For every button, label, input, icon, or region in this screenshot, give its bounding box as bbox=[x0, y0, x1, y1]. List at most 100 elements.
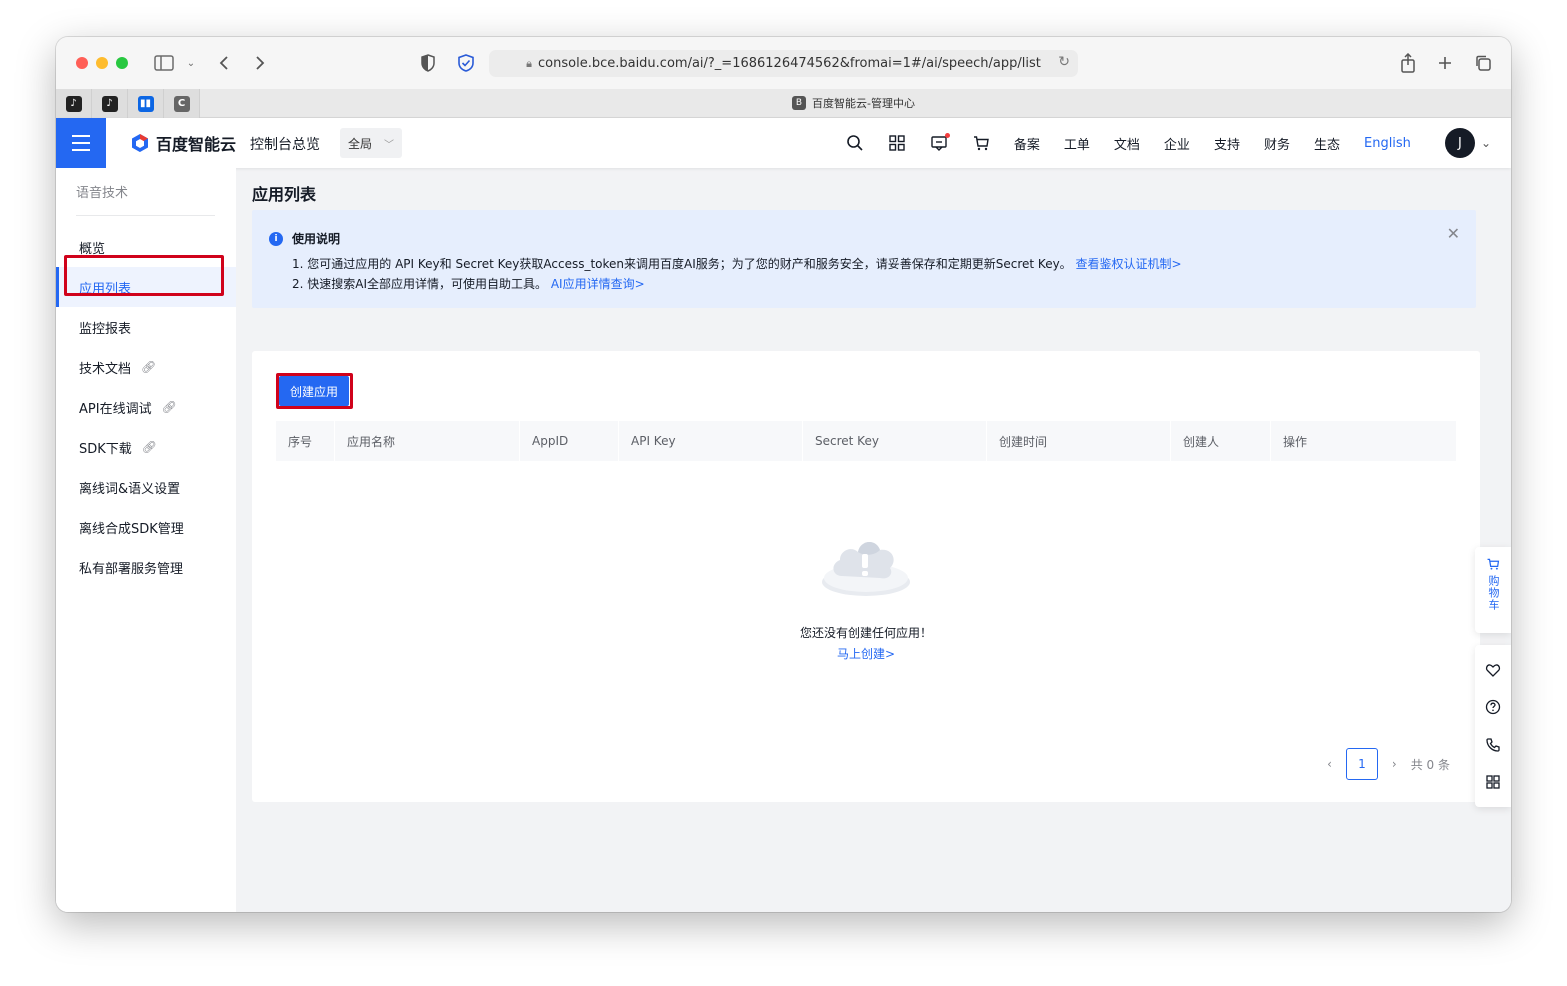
sidebar-item-label: 离线合成SDK管理 bbox=[79, 521, 184, 537]
notice-line-2: 2. 快速搜索AI全部应用详情，可使用自助工具。 AI应用详情查询> bbox=[292, 275, 645, 292]
notice-line-1: 1. 您可通过应用的 API Key和 Secret Key获取Access_t… bbox=[292, 255, 1182, 272]
zoom-window-button[interactable] bbox=[116, 57, 128, 69]
column-header: 创建时间 bbox=[987, 421, 1171, 461]
chevron-down-icon[interactable]: ⌄ bbox=[1481, 136, 1491, 150]
app-detail-query-link[interactable]: AI应用详情查询> bbox=[551, 277, 645, 291]
pinned-tab[interactable]: C bbox=[164, 89, 200, 118]
pinned-tab[interactable]: ♪ bbox=[92, 89, 128, 118]
region-value: 全局 bbox=[348, 136, 373, 151]
baidu-cloud-logo[interactable]: 百度智能云 bbox=[130, 131, 236, 155]
pinned-tab-c-icon: C bbox=[173, 95, 190, 112]
sidebar-item-label: 离线词&语义设置 bbox=[79, 481, 181, 497]
search-icon[interactable] bbox=[846, 134, 864, 152]
empty-state: 您还没有创建任何应用！ 马上创建> bbox=[252, 526, 1480, 662]
tab-title: 百度智能云-管理中心 bbox=[812, 97, 915, 110]
usage-notice: i 使用说明 1. 您可通过应用的 API Key和 Secret Key获取A… bbox=[252, 210, 1476, 308]
privacy-shield-icon[interactable] bbox=[418, 51, 438, 75]
nav-link-ticket[interactable]: 工单 bbox=[1064, 134, 1090, 153]
region-select[interactable]: 全局 ﹀ bbox=[340, 128, 402, 158]
sidebar-toggle-icon[interactable] bbox=[152, 51, 176, 75]
column-header: 应用名称 bbox=[335, 421, 520, 461]
active-tab[interactable]: B 百度智能云-管理中心 bbox=[792, 95, 915, 111]
nav-link-finance[interactable]: 财务 bbox=[1264, 134, 1290, 153]
sidebar-item-private-deploy[interactable]: 私有部署服务管理 bbox=[56, 547, 236, 587]
sidebar-item-sdk-download[interactable]: SDK下载 🔗︎ bbox=[56, 427, 236, 467]
notice-line-2-text: 2. 快速搜索AI全部应用详情，可使用自助工具。 bbox=[292, 277, 548, 291]
sidebar-section-title: 语音技术 bbox=[76, 186, 129, 201]
sidebar-item-api-debug[interactable]: API在线调试 🔗︎ bbox=[56, 387, 236, 427]
cart-label: 购物车 bbox=[1487, 575, 1500, 611]
nav-link-ecosystem[interactable]: 生态 bbox=[1314, 134, 1340, 153]
pinned-tab-icon: ♪ bbox=[101, 95, 118, 112]
sidebar-item-label: 应用列表 bbox=[79, 281, 132, 297]
address-bar[interactable]: 🔒︎ console.bce.baidu.com/ai/?_=168612647… bbox=[489, 50, 1078, 77]
external-link-icon: 🔗︎ bbox=[141, 440, 158, 454]
minimize-window-button[interactable] bbox=[96, 57, 108, 69]
create-now-link[interactable]: 马上创建> bbox=[252, 645, 1480, 662]
back-icon[interactable] bbox=[214, 51, 234, 75]
logo-mark-icon bbox=[132, 134, 148, 152]
table-header: 序号 应用名称 AppID API Key Secret Key 创建时间 创建… bbox=[276, 421, 1456, 461]
tab-bar: ♪ ♪ ▮▮ C B 百度智能云-管理中心 bbox=[56, 89, 1511, 118]
sidebar-item-tech-docs[interactable]: 技术文档 🔗︎ bbox=[56, 347, 236, 387]
sidebar-item-monitor[interactable]: 监控报表 bbox=[56, 307, 236, 347]
message-icon[interactable] bbox=[930, 133, 950, 152]
help-icon[interactable] bbox=[1485, 699, 1501, 715]
create-app-button[interactable]: 创建应用 bbox=[279, 376, 349, 406]
product-grid-icon[interactable] bbox=[888, 134, 906, 152]
logo-text: 百度智能云 bbox=[156, 135, 237, 154]
tab-favicon: B bbox=[792, 96, 806, 110]
sidebar-item-overview[interactable]: 概览 bbox=[56, 227, 236, 267]
column-header: 序号 bbox=[276, 421, 335, 461]
app-list-card: 创建应用 序号 应用名称 AppID API Key Secret Key 创建… bbox=[252, 351, 1480, 802]
forward-icon[interactable] bbox=[250, 51, 270, 75]
sidebar-item-app-list[interactable]: 应用列表 bbox=[56, 267, 236, 307]
sidebar-item-label: 监控报表 bbox=[79, 321, 132, 337]
cart-icon[interactable] bbox=[972, 134, 990, 152]
sidebar-item-label: 概览 bbox=[79, 241, 106, 257]
language-switch[interactable]: English bbox=[1364, 136, 1411, 151]
browser-toolbar: ⌄ 🔒︎ console.bce.baidu.com/ai/?_=1686126… bbox=[56, 37, 1511, 89]
column-header: AppID bbox=[520, 421, 619, 461]
auth-mechanism-link[interactable]: 查看鉴权认证机制> bbox=[1076, 257, 1182, 271]
reload-icon[interactable]: ↻ bbox=[1058, 54, 1070, 70]
page-number[interactable]: 1 bbox=[1345, 748, 1378, 780]
cart-icon bbox=[1487, 558, 1500, 570]
pinned-tab[interactable]: ♪ bbox=[56, 89, 92, 118]
page-title: 应用列表 bbox=[252, 185, 317, 204]
external-link-icon: 🔗︎ bbox=[161, 400, 177, 414]
favorite-icon[interactable] bbox=[1485, 662, 1501, 678]
pinned-tab[interactable]: ▮▮ bbox=[128, 89, 164, 118]
floating-cart[interactable]: 购物车 bbox=[1475, 547, 1511, 633]
extension-shield-icon[interactable] bbox=[456, 51, 476, 75]
total-count: 共 0 条 bbox=[1410, 757, 1450, 772]
nav-link-docs[interactable]: 文档 bbox=[1114, 134, 1140, 153]
menu-icon[interactable] bbox=[56, 118, 106, 168]
chevron-down-icon[interactable]: ⌄ bbox=[184, 51, 198, 75]
notice-title: 使用说明 bbox=[292, 232, 341, 246]
next-page-icon[interactable]: › bbox=[1392, 757, 1397, 771]
share-icon[interactable] bbox=[1397, 51, 1419, 75]
pagination: ‹ 1 › 共 0 条 bbox=[1327, 748, 1450, 780]
close-window-button[interactable] bbox=[76, 57, 88, 69]
console-overview-link[interactable]: 控制台总览 bbox=[250, 134, 320, 154]
avatar[interactable]: J bbox=[1444, 128, 1475, 158]
nav-link-support[interactable]: 支持 bbox=[1214, 134, 1240, 153]
column-header: Secret Key bbox=[803, 421, 987, 461]
sidebar-item-offline-sdk[interactable]: 离线合成SDK管理 bbox=[56, 507, 236, 547]
sidebar-item-offline-words[interactable]: 离线词&语义设置 bbox=[56, 467, 236, 507]
prev-page-icon[interactable]: ‹ bbox=[1327, 757, 1332, 771]
lock-icon: 🔒︎ bbox=[526, 56, 533, 70]
nav-link-enterprise[interactable]: 企业 bbox=[1164, 134, 1190, 153]
pinned-tab-icon: ♪ bbox=[65, 95, 82, 112]
new-tab-icon[interactable] bbox=[1434, 51, 1456, 75]
tab-overview-icon[interactable] bbox=[1472, 51, 1494, 75]
trello-icon: ▮▮ bbox=[137, 95, 154, 112]
close-icon[interactable]: ✕ bbox=[1447, 224, 1460, 243]
page-content: 百度智能云 控制台总览 全局 ﹀ 备案 工单 文档 企业 支持 财务 生态 En… bbox=[56, 118, 1511, 912]
phone-icon[interactable] bbox=[1485, 737, 1501, 753]
sidebar-item-label: SDK下载 bbox=[79, 441, 132, 457]
console-topnav: 百度智能云 控制台总览 全局 ﹀ 备案 工单 文档 企业 支持 财务 生态 En… bbox=[56, 118, 1511, 168]
nav-link-beian[interactable]: 备案 bbox=[1014, 134, 1040, 153]
app-grid-icon[interactable] bbox=[1485, 774, 1501, 790]
